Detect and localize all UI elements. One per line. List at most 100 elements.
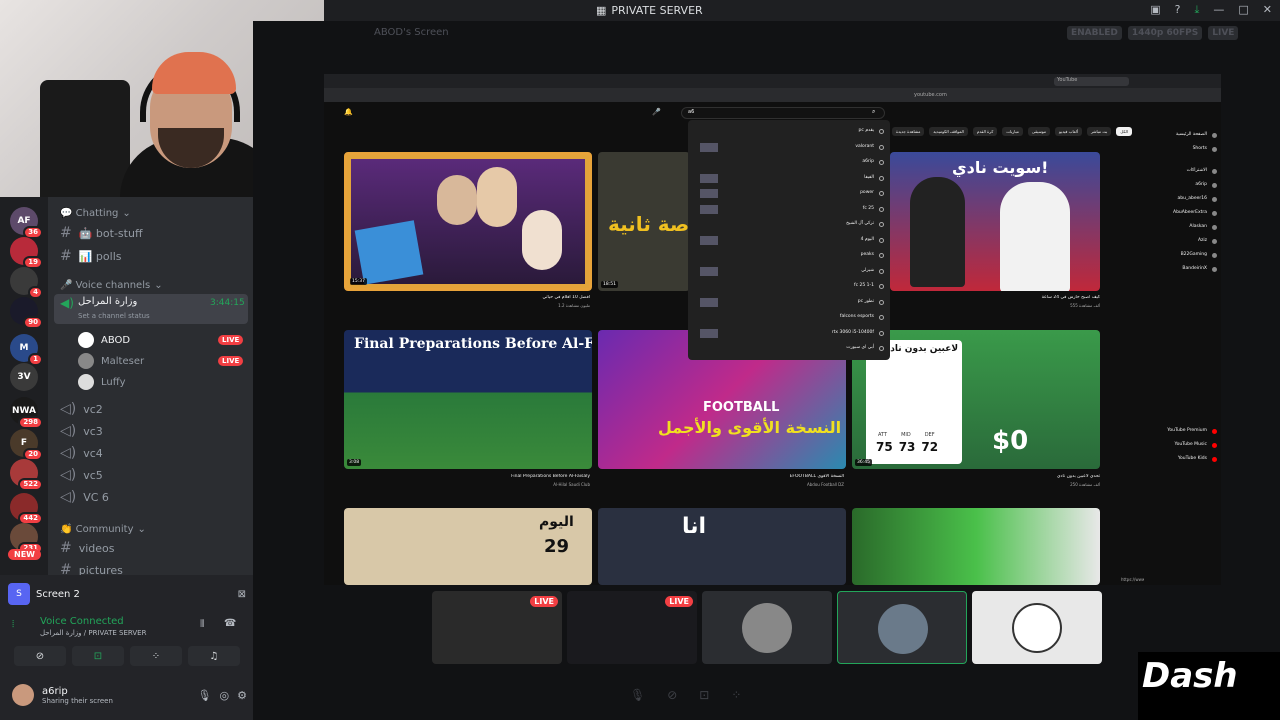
voice-user[interactable]: ABOD — [78, 332, 130, 348]
server-icon[interactable]: 90 — [10, 297, 43, 329]
category-chatting[interactable]: 💬 Chatting ⌄ — [60, 208, 131, 219]
camera-off-button[interactable]: ⊘ — [14, 646, 66, 666]
server-icon[interactable]: 231 — [10, 523, 43, 555]
video-thumbnail[interactable] — [852, 508, 1100, 585]
search-suggestion[interactable]: pc يقدم — [859, 128, 874, 133]
voice-status[interactable]: ⦙ Voice Connected وزارة المراحل / PRIVAT… — [12, 615, 242, 643]
category-voice[interactable]: 🎤 Voice channels ⌄ — [60, 280, 163, 291]
search-suggestion[interactable]: falcons esports — [840, 314, 874, 319]
channel-bot-stuff[interactable]: # 🤖 bot-stuff — [60, 225, 143, 241]
camera-icon[interactable]: ⊘ — [667, 688, 677, 702]
inbox-icon[interactable]: ▣ — [1150, 3, 1160, 17]
server-icon[interactable]: 442 — [10, 493, 43, 525]
sidebar-item[interactable]: Shorts — [1193, 146, 1207, 151]
video-thumbnail[interactable]: Final Preparations Before Al-Faisaly 3:0… — [344, 330, 592, 469]
screen-share-icon[interactable]: ⊡ — [699, 688, 709, 702]
voice-channel[interactable]: ◁) vc5 — [60, 467, 103, 483]
search-suggestion[interactable]: rtx 3060 i5-10400f — [832, 330, 874, 335]
voice-channel[interactable]: ◁) vc3 — [60, 423, 103, 439]
search-suggestion[interactable]: الفيفا — [864, 175, 874, 180]
participant-tile[interactable] — [702, 591, 832, 664]
disconnect-icon[interactable]: ☎ — [224, 618, 236, 629]
video-thumbnail[interactable]: سويت نادي! — [890, 152, 1100, 291]
search-suggestion[interactable]: power — [860, 190, 874, 195]
video-thumbnail[interactable]: اليوم 29 — [344, 508, 592, 585]
category-community[interactable]: 👏 Community ⌄ — [60, 524, 146, 535]
sidebar-item[interactable]: a6rip — [1195, 182, 1207, 187]
soundboard-button[interactable]: ♫ — [188, 646, 240, 666]
download-icon[interactable]: ⤓ — [1195, 3, 1200, 17]
sidebar-item[interactable]: YouTube Premium — [1167, 428, 1207, 433]
sidebar-item[interactable]: abu_abeer16 — [1178, 196, 1207, 201]
server-icon[interactable]: 4 — [10, 267, 43, 299]
search-suggestion[interactable]: تركي آل الشيخ — [846, 221, 874, 226]
search-suggestion[interactable]: peaks — [861, 252, 874, 257]
sidebar-item[interactable]: YouTube Music — [1174, 442, 1207, 447]
sidebar-item[interactable]: الصفحة الرئيسية — [1176, 132, 1207, 137]
channel-status-input[interactable]: Set a channel status — [78, 312, 150, 320]
participant-tile[interactable]: LIVE — [432, 591, 562, 664]
video-thumbnail[interactable]: فرصة ثانية 18:51 — [598, 152, 690, 291]
search-input[interactable]: a6 ⌕ — [681, 107, 885, 119]
filter-chip[interactable]: ألعاب فيديو — [1055, 127, 1082, 136]
sidebar-item[interactable]: Alaskan — [1189, 224, 1207, 229]
search-suggestion[interactable]: 4 اليوم — [861, 237, 874, 242]
noise-icon[interactable]: ⦀ — [200, 619, 204, 630]
mic-icon[interactable]: 🎙 — [630, 688, 645, 702]
voice-channel-active[interactable]: ◀) وزارة المراحل 3:44:15 Set a channel s… — [54, 294, 248, 324]
search-suggestion[interactable]: valorant — [855, 144, 874, 149]
search-suggestion[interactable]: شيرلي — [861, 268, 874, 273]
channel-videos[interactable]: # videos — [60, 540, 115, 556]
sidebar-item[interactable]: BandeirinX — [1182, 266, 1207, 271]
search-suggestion[interactable]: fc 25 — [863, 206, 874, 211]
participant-tile[interactable] — [972, 591, 1102, 664]
server-icon[interactable]: NWA 298 — [10, 397, 43, 429]
voice-channel[interactable]: ◁) vc4 — [60, 445, 103, 461]
mic-icon[interactable]: 🎤 — [652, 108, 661, 116]
help-icon[interactable]: ? — [1175, 3, 1181, 17]
gear-icon[interactable]: ⚙ — [237, 689, 247, 702]
filter-chip[interactable]: بث مباشر — [1086, 127, 1112, 136]
search-icon[interactable]: ⌕ — [872, 108, 875, 116]
share-screen-button[interactable]: ⊡ — [72, 646, 124, 666]
filter-chip[interactable]: الكل — [1116, 127, 1132, 136]
video-thumbnail[interactable]: انا — [598, 508, 846, 585]
sidebar-item[interactable]: Aziz — [1198, 238, 1207, 243]
voice-channel[interactable]: ◁) vc2 — [60, 401, 103, 417]
tab-youtube[interactable]: YouTube — [1054, 77, 1129, 86]
bell-icon[interactable]: 🔔 — [344, 108, 353, 116]
sidebar-item[interactable]: الاشتراكات — [1187, 168, 1207, 173]
server-icon[interactable]: 3V — [10, 363, 38, 391]
headphones-icon[interactable]: ◎ — [220, 689, 230, 702]
mic-icon[interactable]: 🎙 — [198, 689, 212, 702]
search-suggestion[interactable]: أبي اي سبورت — [846, 345, 874, 350]
close-button[interactable]: ✕ — [1263, 3, 1272, 17]
sidebar-item[interactable]: B22Gaming — [1181, 252, 1207, 257]
screen-share-picker[interactable]: S Screen 2 ⊠ — [8, 579, 246, 609]
participant-tile[interactable]: LIVE — [567, 591, 697, 664]
participant-tile[interactable] — [837, 591, 967, 664]
minimize-button[interactable]: — — [1213, 3, 1224, 17]
filter-chip[interactable]: مباريات — [1002, 127, 1023, 136]
server-icon[interactable]: M1 — [10, 334, 43, 366]
video-thumbnail[interactable]: 15:37 — [344, 152, 592, 291]
server-icon[interactable]: F 20 — [10, 429, 43, 461]
filter-chip[interactable]: مشاهدة جديدة — [892, 127, 925, 136]
search-suggestion[interactable]: fc 25 1-1 — [854, 283, 874, 288]
voice-channel[interactable]: ◁) VC 6 — [60, 489, 109, 505]
filter-chip[interactable]: موسيقى — [1027, 127, 1051, 136]
search-suggestion[interactable]: a6rip — [862, 159, 874, 164]
activities-icon[interactable]: ⁘ — [731, 688, 741, 702]
search-suggestion[interactable]: pc تطور — [858, 299, 874, 304]
server-icon[interactable]: AF 36 — [10, 207, 43, 239]
maximize-button[interactable]: □ — [1238, 3, 1248, 17]
server-icon[interactable]: 522 — [10, 459, 43, 491]
filter-chip[interactable]: المواقف الكوميدية — [929, 127, 968, 136]
voice-user[interactable]: Luffy — [78, 374, 126, 390]
filter-chip[interactable]: كرة القدم — [972, 127, 998, 136]
account-row[interactable]: a6rip Sharing their screen 🎙 ◎ ⚙ — [12, 678, 247, 712]
activities-button[interactable]: ⁘ — [130, 646, 182, 666]
voice-user[interactable]: Malteser — [78, 353, 144, 369]
avatar[interactable] — [12, 684, 34, 706]
channel-polls[interactable]: # 📊 polls — [60, 248, 121, 264]
